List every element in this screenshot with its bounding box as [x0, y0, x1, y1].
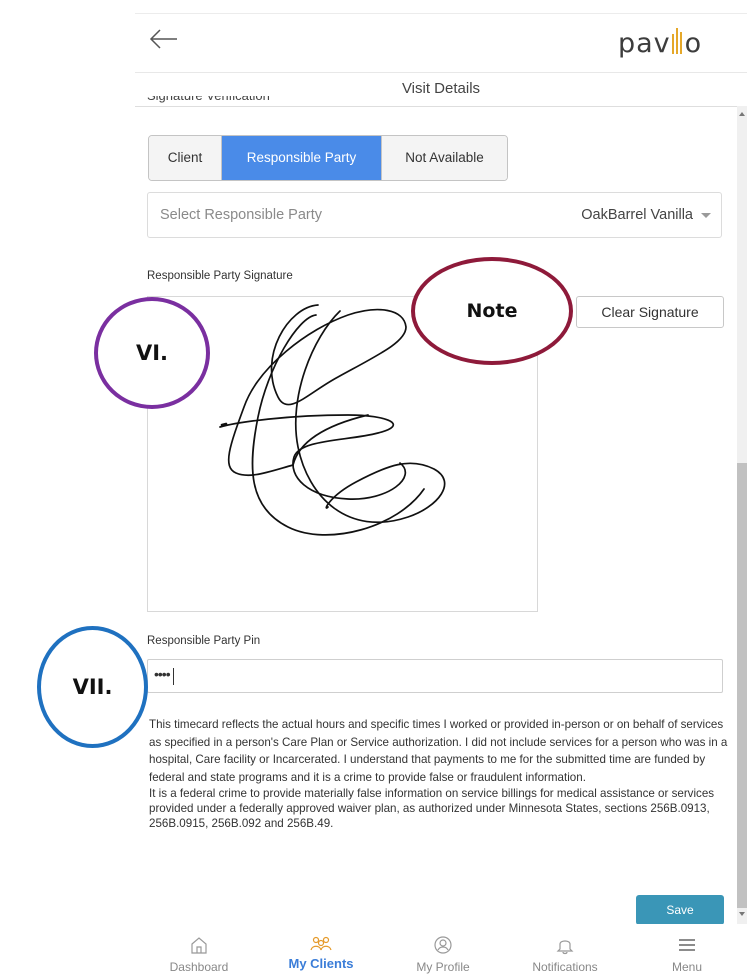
title-divider — [135, 106, 747, 107]
signature-source-tabs: Client Responsible Party Not Available — [148, 135, 508, 181]
annotation-vii: VII. — [37, 626, 148, 748]
nav-notifications-label: Notifications — [532, 960, 598, 974]
logo-bars-icon — [671, 28, 684, 61]
home-icon — [191, 937, 207, 954]
nav-my-clients[interactable]: My Clients — [260, 924, 382, 971]
nav-dashboard[interactable]: Dashboard — [138, 924, 260, 974]
scroll-up-arrow-icon[interactable] — [739, 112, 745, 116]
top-divider — [135, 13, 747, 14]
header-divider — [135, 72, 747, 73]
tab-responsible-party[interactable]: Responsible Party — [222, 136, 381, 180]
tab-not-available[interactable]: Not Available — [381, 136, 507, 180]
tab-client[interactable]: Client — [149, 136, 222, 180]
signature-label: Responsible Party Signature — [147, 270, 293, 282]
hamburger-icon — [679, 939, 695, 951]
text-cursor — [173, 668, 174, 685]
bottom-navigation: Dashboard My Clients My Profile Notifica… — [135, 924, 747, 977]
scrollbar-thumb[interactable] — [737, 463, 747, 908]
scroll-down-arrow-icon[interactable] — [739, 912, 745, 916]
page-title: Visit Details — [401, 80, 481, 97]
nav-menu[interactable]: Menu — [626, 924, 747, 974]
caret-down-icon — [701, 213, 711, 218]
attestation-paragraph-1: This timecard reflects the actual hours … — [149, 718, 728, 784]
select-value: OakBarrel Vanilla — [581, 207, 693, 223]
annotation-note: Note — [411, 257, 573, 365]
annotation-vi: VI. — [94, 297, 210, 409]
save-button[interactable]: Save — [636, 895, 724, 925]
pin-input[interactable]: •••• — [147, 659, 723, 693]
clients-icon — [310, 936, 332, 951]
arrow-left-icon — [149, 29, 177, 49]
nav-notifications[interactable]: Notifications — [504, 924, 626, 974]
brand-logo: pav o — [618, 28, 703, 61]
nav-my-profile[interactable]: My Profile — [382, 924, 504, 974]
nav-my-clients-label: My Clients — [288, 956, 354, 971]
attestation-paragraph-2: It is a federal crime to provide materia… — [149, 787, 715, 831]
attestation-text: This timecard reflects the actual hours … — [149, 716, 729, 831]
pin-value: •••• — [154, 666, 171, 682]
nav-my-profile-label: My Profile — [416, 960, 470, 974]
profile-icon — [434, 936, 452, 954]
section-title-clipped: Signature Verification — [147, 96, 270, 106]
responsible-party-select[interactable]: Select Responsible Party OakBarrel Vanil… — [147, 192, 722, 238]
back-button[interactable] — [147, 22, 181, 56]
select-placeholder: Select Responsible Party — [160, 207, 322, 223]
nav-dashboard-label: Dashboard — [169, 960, 229, 974]
bell-icon — [556, 940, 574, 955]
pin-label: Responsible Party Pin — [147, 635, 261, 647]
clear-signature-button[interactable]: Clear Signature — [576, 296, 724, 328]
nav-menu-label: Menu — [671, 960, 703, 974]
